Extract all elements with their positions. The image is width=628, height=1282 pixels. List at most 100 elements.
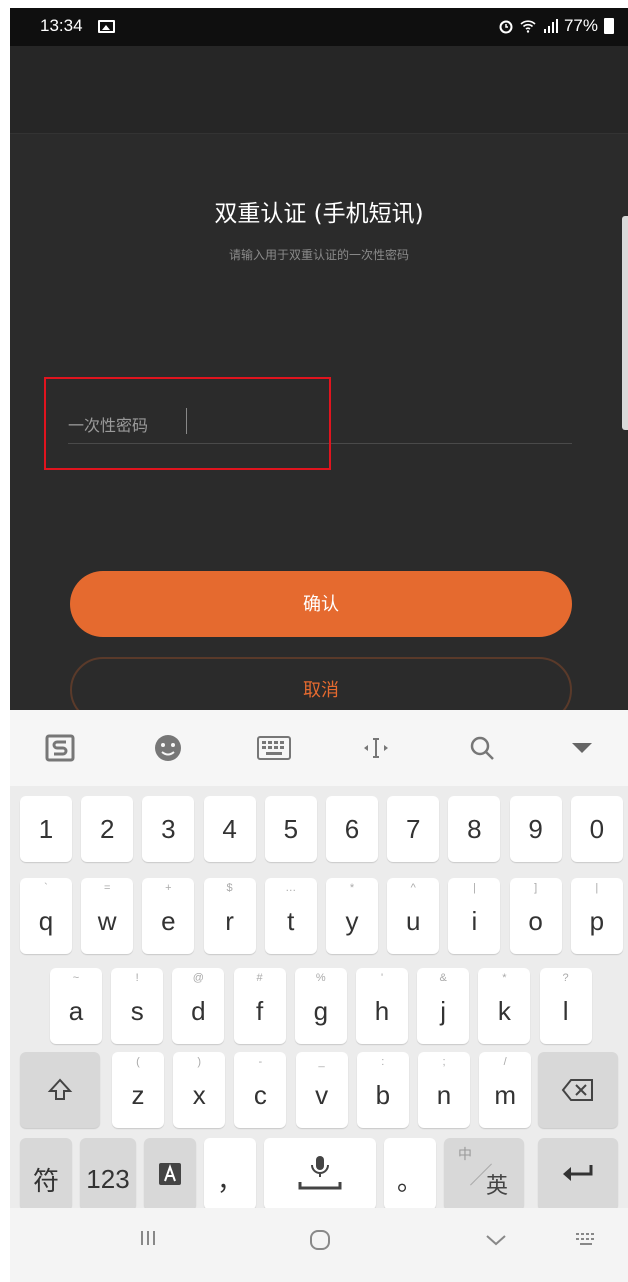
keyboard-switch-icon[interactable] [566, 1228, 606, 1253]
key-hint: ] [534, 882, 538, 894]
key-label: y [345, 905, 359, 936]
space-key[interactable] [264, 1138, 376, 1210]
key-hint: & [439, 972, 447, 984]
cursor-move-icon[interactable] [356, 730, 396, 766]
keyboard-icon[interactable] [254, 730, 294, 766]
key-i[interactable]: | i [448, 878, 501, 954]
key-q[interactable]: ` q [20, 878, 72, 954]
lang-main-label: 英 [485, 1173, 508, 1198]
numeric-key[interactable]: 123 [80, 1138, 136, 1210]
key-v[interactable]: _ v [295, 1052, 348, 1128]
key-3[interactable]: 3 [142, 796, 195, 862]
key-label: 。 [396, 1165, 423, 1196]
key-o[interactable]: ] o [509, 878, 562, 954]
key-c[interactable]: -c [234, 1052, 287, 1128]
key-k[interactable]: * k [478, 968, 531, 1044]
key-label: m [494, 1079, 517, 1110]
key-u[interactable]: ^ u [387, 878, 440, 954]
key-hint: @ [192, 972, 204, 984]
key-hint: $ [226, 882, 233, 894]
key-n[interactable]: ; n [418, 1052, 470, 1128]
otp-placeholder: 一次性密码 [68, 416, 149, 435]
key-4[interactable]: 4 [203, 796, 256, 862]
key-7[interactable]: 7 [387, 796, 440, 862]
key-8[interactable]: 8 [448, 796, 501, 862]
key-2[interactable]: 2 [81, 796, 134, 862]
comma-key[interactable]: ， [204, 1138, 256, 1210]
input-mode-icon [159, 1163, 181, 1185]
key-m[interactable]: / m [479, 1052, 532, 1128]
key-e[interactable]: + e [142, 878, 195, 954]
backspace-key[interactable] [538, 1052, 618, 1128]
key-hint: ~ [72, 972, 80, 984]
key-hint: - [258, 1056, 263, 1068]
key-label: 9 [528, 813, 543, 844]
input-mode-key[interactable] [144, 1138, 196, 1210]
symbol-key[interactable]: 符 [20, 1138, 72, 1210]
period-key[interactable]: 。 [384, 1138, 436, 1210]
key-0[interactable]: 0 [570, 796, 623, 862]
key-f[interactable]: # f [233, 968, 286, 1044]
key-label: g [313, 995, 329, 1026]
key-h[interactable]: ' h [356, 968, 408, 1044]
key-a[interactable]: ~ a [50, 968, 102, 1044]
confirm-button[interactable]: 确认 [70, 571, 572, 637]
key-d[interactable]: @ d [172, 968, 225, 1044]
image-notification-icon [98, 20, 115, 33]
key-label: l [562, 995, 569, 1026]
key-label: n [436, 1079, 452, 1110]
home-icon[interactable] [300, 1228, 340, 1258]
key-label: e [161, 905, 176, 936]
sogou-logo-icon[interactable] [40, 730, 80, 766]
search-icon[interactable] [462, 730, 502, 766]
shift-icon [47, 1078, 73, 1100]
key-9[interactable]: 9 [509, 796, 562, 862]
back-chevron-icon[interactable] [476, 1228, 516, 1253]
otp-input[interactable]: 一次性密码 [68, 400, 572, 444]
key-y[interactable]: * y [326, 878, 378, 954]
key-p[interactable]: | p [570, 878, 623, 954]
backspace-icon [561, 1079, 593, 1101]
shift-key[interactable] [20, 1052, 100, 1128]
signal-icon [543, 19, 558, 33]
key-label: s [130, 995, 144, 1026]
key-z[interactable]: (z [112, 1052, 164, 1128]
page-subtitle: 请输入用于双重认证的一次性密码 [228, 248, 409, 262]
key-s[interactable]: ! s [111, 968, 164, 1044]
key-hint: ) [197, 1056, 202, 1068]
key-label: k [497, 995, 511, 1026]
key-label: 5 [283, 813, 299, 844]
key-j[interactable]: & j [417, 968, 470, 1044]
key-r[interactable]: $ r [203, 878, 256, 954]
key-label: 0 [589, 813, 605, 844]
key-label: x [192, 1079, 206, 1110]
enter-key[interactable] [538, 1138, 618, 1210]
key-l[interactable]: ? l [539, 968, 592, 1044]
language-toggle-key[interactable]: 中英 [444, 1138, 524, 1210]
key-b[interactable]: :b [356, 1052, 409, 1128]
text-cursor [186, 408, 187, 434]
key-label: 7 [405, 813, 421, 844]
key-label: a [68, 995, 84, 1026]
key-1[interactable]: 1 [20, 796, 72, 862]
key-x[interactable]: ) x [173, 1052, 226, 1128]
key-hint: ' [380, 972, 384, 984]
key-label: r [225, 905, 234, 936]
page-title: 双重认证 (手机短讯) [214, 201, 424, 227]
status-indicators: 77% [498, 16, 614, 36]
key-w[interactable]: = w [81, 878, 134, 954]
recent-apps-icon[interactable] [128, 1228, 168, 1254]
key-label: j [440, 995, 447, 1026]
alarm-icon [499, 20, 513, 34]
key-6[interactable]: 6 [326, 796, 378, 862]
key-label: 1 [38, 813, 54, 844]
key-hint: * [349, 882, 355, 894]
two-factor-dialog: 双重认证 (手机短讯) 请输入用于双重认证的一次性密码 一次性密码 确认 取消 [10, 46, 628, 723]
emoji-icon[interactable] [148, 730, 188, 766]
key-5[interactable]: 5 [264, 796, 317, 862]
key-t[interactable]: … t [264, 878, 317, 954]
collapse-icon[interactable] [562, 730, 602, 766]
key-label: f [255, 995, 264, 1026]
edge-panel-handle[interactable] [622, 216, 628, 430]
key-g[interactable]: % g [294, 968, 347, 1044]
